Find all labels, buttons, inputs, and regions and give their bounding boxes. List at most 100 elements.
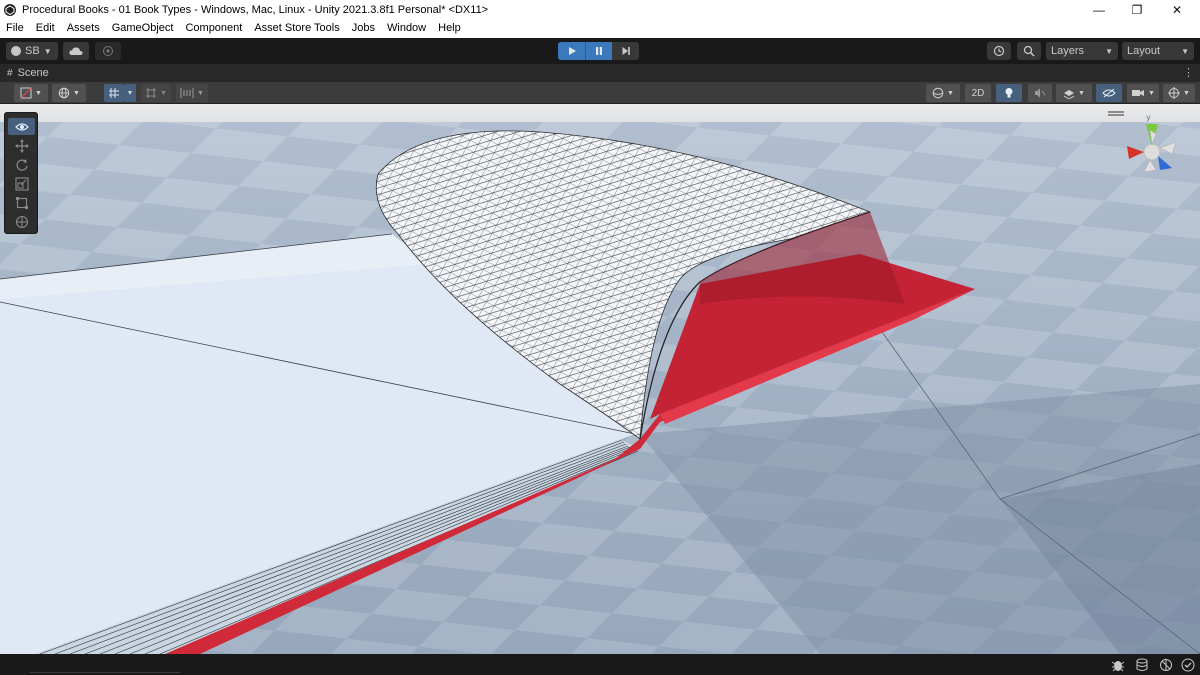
menu-jobs[interactable]: Jobs	[346, 19, 381, 38]
more-options-icon: ⋮	[1183, 67, 1194, 79]
scene-render: y	[0, 104, 1200, 654]
status-bar	[0, 654, 1200, 675]
bug-icon[interactable]	[1110, 657, 1126, 673]
scale-icon	[14, 176, 29, 191]
scene-tab-label: Scene	[17, 67, 49, 79]
chevron-down-icon: ▼	[126, 89, 134, 97]
align-dropdown[interactable]: ▼	[176, 84, 208, 102]
play-icon	[568, 47, 576, 55]
gizmos-dropdown[interactable]: ▼	[1163, 84, 1195, 102]
account-label: SB	[25, 45, 40, 57]
grid-snapping-dropdown[interactable]: ▼	[124, 84, 136, 102]
chevron-down-icon: ▼	[1183, 89, 1190, 97]
sphere-icon	[932, 87, 944, 99]
toggle-2d-label: 2D	[971, 87, 985, 99]
unity-logo-icon	[4, 3, 16, 16]
chevron-down-icon: ▼	[73, 89, 80, 97]
scene-view-toolbar: ▼ ▼ ▼ ▼ ▼ ▼ 2D ▼ ▼ ▼	[0, 82, 1200, 104]
gizmos-icon	[1168, 87, 1181, 99]
history-icon	[993, 45, 1005, 57]
search-button[interactable]	[1017, 42, 1041, 60]
draw-mode-dropdown[interactable]: ▼	[14, 84, 48, 102]
rotate-icon	[15, 158, 28, 171]
chevron-down-icon: ▼	[1078, 89, 1085, 97]
chevron-down-icon: ▼	[43, 46, 52, 56]
cache-stack-icon[interactable]	[1134, 657, 1150, 673]
align-icon	[180, 88, 194, 98]
hidden-eye-icon	[1102, 88, 1116, 98]
check-circle-icon[interactable]	[1180, 657, 1196, 673]
svg-text:y: y	[1146, 113, 1151, 122]
account-dropdown[interactable]: SB ▼	[6, 42, 58, 60]
menu-edit[interactable]: Edit	[30, 19, 61, 38]
menu-gameobject[interactable]: GameObject	[106, 19, 180, 38]
play-button[interactable]	[558, 42, 585, 60]
camera-view-dropdown[interactable]: ▼	[926, 84, 960, 102]
menu-help[interactable]: Help	[432, 19, 467, 38]
rotate-tool[interactable]	[8, 156, 35, 173]
scene-tab[interactable]: # Scene ⋮	[0, 64, 1200, 82]
account-icon	[11, 46, 21, 56]
globe-icon	[58, 87, 70, 99]
scene-visibility-toggle[interactable]	[1096, 84, 1122, 102]
auto-generate-lighting-icon[interactable]	[1158, 657, 1174, 673]
camera-settings-dropdown[interactable]: ▼	[1127, 84, 1159, 102]
rect-tool[interactable]	[8, 194, 35, 211]
grid-snapping-button[interactable]	[104, 84, 124, 102]
cloud-button[interactable]	[63, 42, 89, 60]
audio-muted-icon	[1035, 88, 1046, 98]
menu-window[interactable]: Window	[381, 19, 432, 38]
layers-dropdown[interactable]: Layers ▼	[1046, 42, 1118, 60]
cloud-icon	[69, 47, 83, 55]
camera-icon	[1132, 90, 1145, 96]
effects-icon	[1063, 90, 1075, 99]
collab-icon	[103, 46, 113, 56]
menu-assets[interactable]: Assets	[61, 19, 106, 38]
menu-file[interactable]: File	[0, 19, 30, 38]
step-button[interactable]	[612, 42, 639, 60]
scene-grid-icon: #	[7, 67, 13, 79]
shaded-wireframe-icon	[20, 87, 32, 99]
light-bulb-icon	[1005, 88, 1013, 98]
play-controls	[558, 42, 639, 60]
scene-viewport[interactable]: y	[0, 104, 1200, 654]
window-title: Procedural Books - 01 Book Types - Windo…	[22, 3, 489, 16]
transform-tools-panel	[4, 112, 38, 234]
layers-label: Layers	[1051, 45, 1085, 57]
progress-track	[30, 672, 180, 673]
step-icon	[622, 47, 630, 55]
collab-button[interactable]	[95, 42, 121, 60]
chevron-down-icon: ▼	[197, 89, 204, 97]
undo-history-button[interactable]	[987, 42, 1011, 60]
view-tool[interactable]	[8, 118, 35, 135]
layout-dropdown[interactable]: Layout ▼	[1122, 42, 1194, 60]
pause-button[interactable]	[585, 42, 612, 60]
close-button[interactable]: ✕	[1154, 0, 1200, 19]
move-icon	[14, 138, 29, 153]
move-tool[interactable]	[8, 137, 35, 154]
layout-label: Layout	[1127, 45, 1161, 57]
lighting-toggle[interactable]	[996, 84, 1022, 102]
chevron-down-icon: ▼	[1181, 46, 1189, 56]
toggle-2d-button[interactable]: 2D	[965, 84, 991, 102]
menu-component[interactable]: Component	[179, 19, 248, 38]
increment-snap-icon	[146, 88, 157, 98]
chevron-down-icon: ▼	[160, 89, 167, 97]
increment-snap-dropdown[interactable]: ▼	[141, 84, 171, 102]
effects-dropdown[interactable]: ▼	[1056, 84, 1092, 102]
render-mode-dropdown[interactable]: ▼	[52, 84, 86, 102]
transform-tool[interactable]	[8, 213, 35, 230]
title-bar: Procedural Books - 01 Book Types - Windo…	[0, 0, 1200, 19]
scale-tool[interactable]	[8, 175, 35, 192]
audio-toggle[interactable]	[1028, 84, 1052, 102]
search-icon	[1023, 45, 1035, 57]
chevron-down-icon: ▼	[1105, 46, 1113, 56]
chevron-down-icon: ▼	[35, 89, 42, 97]
transform-icon	[15, 215, 28, 228]
menu-bar: File Edit Assets GameObject Component As…	[0, 19, 1200, 38]
grid-snap-icon	[109, 88, 119, 98]
rect-transform-icon	[15, 196, 28, 209]
chevron-down-icon: ▼	[1148, 89, 1155, 97]
chevron-down-icon: ▼	[947, 89, 954, 97]
menu-asset-store-tools[interactable]: Asset Store Tools	[248, 19, 345, 38]
